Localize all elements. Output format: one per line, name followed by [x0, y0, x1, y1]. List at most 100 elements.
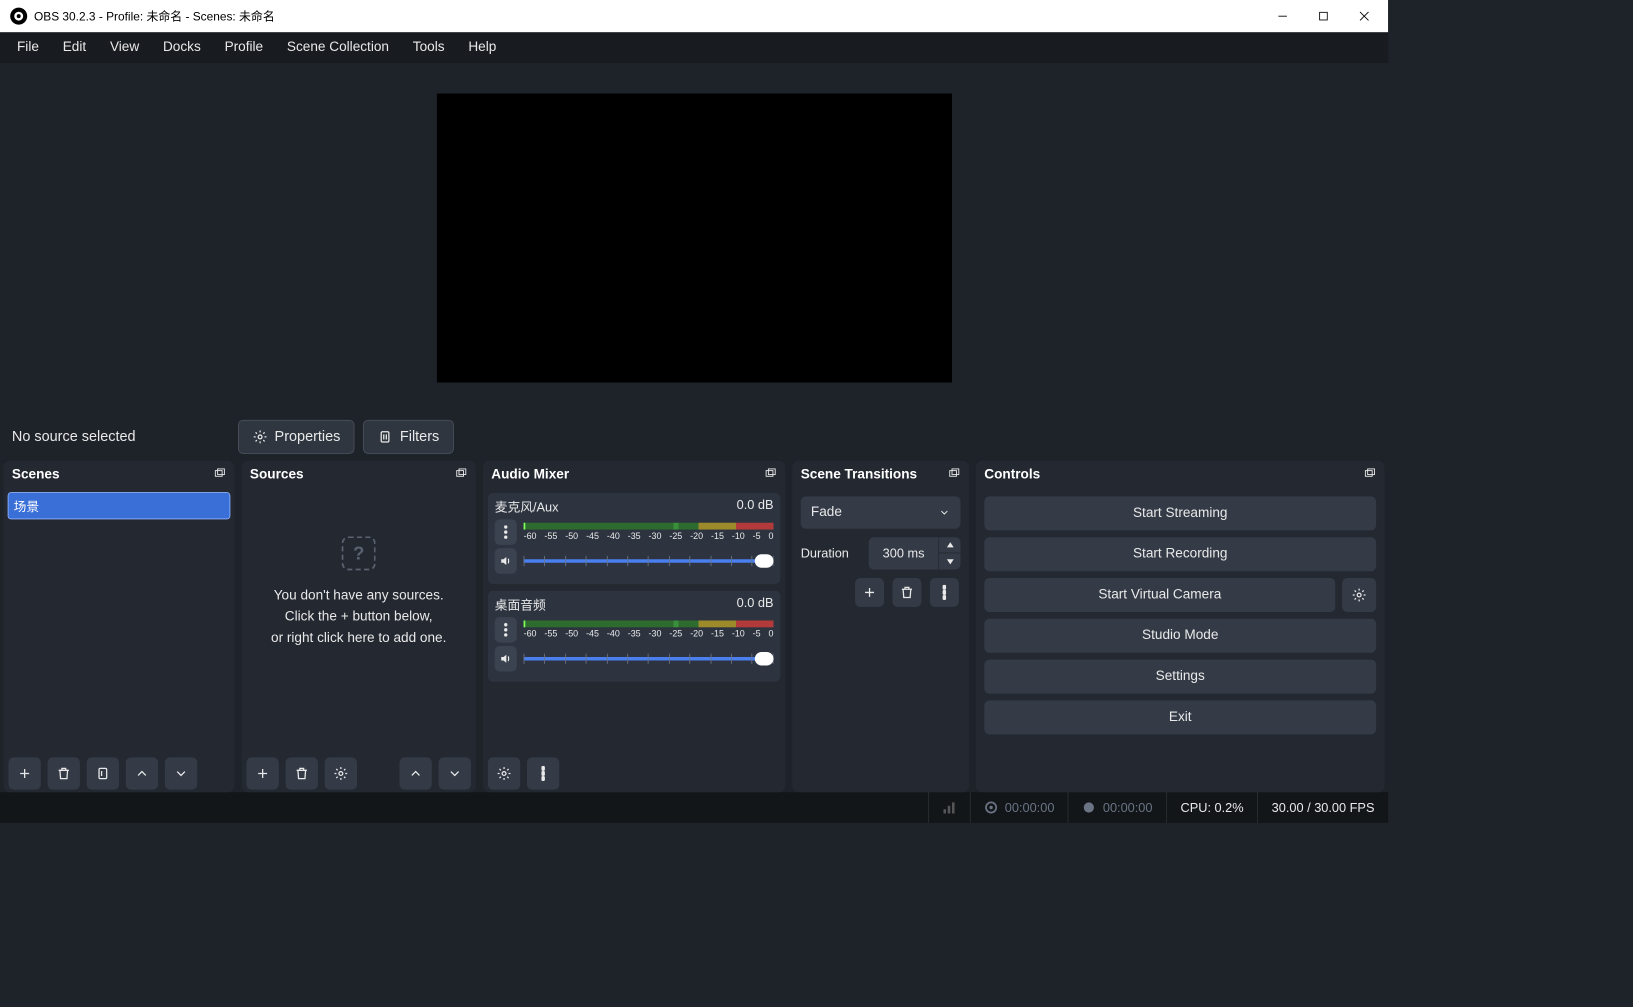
- properties-button[interactable]: Properties: [238, 420, 355, 454]
- source-remove-button[interactable]: [286, 757, 318, 789]
- window-minimize-button[interactable]: [1262, 0, 1303, 32]
- status-stream-time: 00:00:00: [970, 792, 1068, 823]
- window-maximize-button[interactable]: [1303, 0, 1344, 32]
- tick: 0: [769, 531, 774, 541]
- tick: -40: [607, 531, 620, 541]
- scene-move-up-button[interactable]: [126, 757, 158, 789]
- exit-button[interactable]: Exit: [984, 700, 1376, 734]
- transition-add-button[interactable]: [855, 578, 884, 607]
- source-add-button[interactable]: [247, 757, 279, 789]
- filters-button[interactable]: Filters: [363, 420, 453, 454]
- menu-help[interactable]: Help: [456, 35, 508, 61]
- mixer-channel-menu-button[interactable]: [495, 617, 517, 643]
- audio-meter: -60-55-50-45-40-35-30-25-20-15-10-50: [524, 523, 774, 542]
- tick: -25: [669, 629, 682, 639]
- mixer-advanced-button[interactable]: [488, 757, 520, 789]
- scene-move-down-button[interactable]: [165, 757, 197, 789]
- menu-tools[interactable]: Tools: [401, 35, 457, 61]
- obs-logo-icon: [10, 8, 27, 25]
- mute-button[interactable]: [495, 646, 517, 672]
- slider-thumb[interactable]: [755, 652, 774, 666]
- start-recording-button[interactable]: Start Recording: [984, 537, 1376, 571]
- sources-list[interactable]: ? You don't have any sources. Click the …: [241, 490, 476, 755]
- controls-popout-icon[interactable]: [1363, 466, 1377, 484]
- preview-canvas[interactable]: [436, 94, 951, 383]
- source-properties-button[interactable]: [325, 757, 357, 789]
- scene-name-input[interactable]: [14, 499, 225, 513]
- sources-empty-state: ? You don't have any sources. Click the …: [241, 536, 476, 649]
- scenes-dock: Scenes: [3, 461, 234, 793]
- mixer-channel-mic: 麦克风/Aux 0.0 dB -60-55-50-45-40-35-30-25-…: [488, 493, 780, 584]
- mixer-popout-icon[interactable]: [763, 466, 777, 484]
- window-close-button[interactable]: [1344, 0, 1385, 32]
- stream-time-value: 00:00:00: [1005, 800, 1055, 814]
- mixer-channel-level: 0.0 dB: [737, 498, 774, 516]
- duration-down-button[interactable]: [938, 553, 960, 569]
- status-network-icon: [928, 792, 970, 823]
- transitions-title: Scene Transitions: [801, 468, 917, 483]
- sources-title: Sources: [250, 468, 304, 483]
- sources-empty-line3: or right click here to add one.: [241, 628, 476, 649]
- filters-icon: [378, 429, 393, 444]
- controls-title: Controls: [984, 468, 1040, 483]
- mixer-menu-button[interactable]: [527, 757, 559, 789]
- menu-scene-collection[interactable]: Scene Collection: [275, 35, 401, 61]
- mixer-channel-menu-button[interactable]: [495, 519, 517, 545]
- virtual-camera-settings-button[interactable]: [1342, 578, 1376, 612]
- start-streaming-button[interactable]: Start Streaming: [984, 496, 1376, 530]
- tick: -60: [524, 531, 537, 541]
- scenes-popout-icon[interactable]: [213, 466, 227, 484]
- audio-meter: -60-55-50-45-40-35-30-25-20-15-10-50: [524, 621, 774, 640]
- menu-file[interactable]: File: [5, 35, 51, 61]
- source-move-down-button[interactable]: [439, 757, 471, 789]
- mute-button[interactable]: [495, 548, 517, 574]
- tick: -15: [711, 629, 724, 639]
- gear-icon: [252, 429, 267, 444]
- transition-properties-button[interactable]: [930, 578, 959, 607]
- menu-edit[interactable]: Edit: [51, 35, 98, 61]
- duration-up-button[interactable]: [938, 537, 960, 553]
- duration-spinner[interactable]: 300 ms: [869, 537, 961, 569]
- menu-view[interactable]: View: [98, 35, 151, 61]
- chevron-down-icon: [938, 507, 950, 519]
- menu-docks[interactable]: Docks: [151, 35, 213, 61]
- tick: -5: [753, 531, 761, 541]
- tick: -25: [669, 531, 682, 541]
- scene-remove-button[interactable]: [48, 757, 80, 789]
- volume-slider[interactable]: [524, 651, 774, 666]
- start-virtual-camera-button[interactable]: Start Virtual Camera: [984, 578, 1335, 612]
- settings-button[interactable]: Settings: [984, 660, 1376, 694]
- scene-add-button[interactable]: [9, 757, 41, 789]
- source-move-up-button[interactable]: [400, 757, 432, 789]
- sources-popout-icon[interactable]: [454, 466, 468, 484]
- tick: -30: [649, 629, 662, 639]
- tick: -45: [586, 629, 599, 639]
- tick: -60: [524, 629, 537, 639]
- tick: -10: [732, 531, 745, 541]
- tick: -15: [711, 531, 724, 541]
- scene-item[interactable]: [9, 493, 230, 519]
- tick: -35: [628, 531, 641, 541]
- tick: -35: [628, 629, 641, 639]
- menu-profile[interactable]: Profile: [213, 35, 275, 61]
- slider-thumb[interactable]: [755, 554, 774, 568]
- mixer-channel-name: 麦克风/Aux: [495, 498, 559, 516]
- studio-mode-button[interactable]: Studio Mode: [984, 619, 1376, 653]
- scenes-title: Scenes: [12, 468, 60, 483]
- status-fps: 30.00 / 30.00 FPS: [1257, 792, 1388, 823]
- volume-slider[interactable]: [524, 553, 774, 568]
- status-bar: 00:00:00 00:00:00 CPU: 0.2% 30.00 / 30.0…: [0, 792, 1388, 823]
- transition-remove-button[interactable]: [893, 578, 922, 607]
- tick: -50: [565, 531, 578, 541]
- tick: -55: [544, 629, 557, 639]
- selected-source-label: No source selected: [12, 428, 230, 445]
- tick: 0: [769, 629, 774, 639]
- properties-label: Properties: [275, 428, 341, 445]
- window-titlebar: OBS 30.2.3 - Profile: 未命名 - Scenes: 未命名: [0, 0, 1388, 32]
- transitions-popout-icon[interactable]: [947, 466, 961, 484]
- scene-filter-button[interactable]: [87, 757, 119, 789]
- window-title: OBS 30.2.3 - Profile: 未命名 - Scenes: 未命名: [34, 8, 275, 25]
- record-time-value: 00:00:00: [1103, 800, 1153, 814]
- transition-select[interactable]: Fade: [801, 496, 961, 528]
- source-toolbar: No source selected Properties Filters: [0, 413, 1388, 461]
